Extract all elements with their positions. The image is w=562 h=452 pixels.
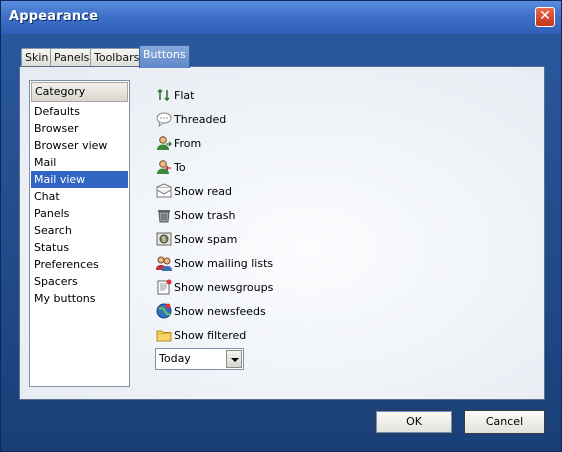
category-item-browser[interactable]: Browser xyxy=(31,120,128,137)
tab-skin[interactable]: Skin xyxy=(21,48,53,67)
category-item-preferences[interactable]: Preferences xyxy=(31,256,128,273)
period-dropdown[interactable]: Today xyxy=(155,348,244,370)
threaded-button[interactable]: Threaded xyxy=(156,107,273,131)
tab-buttons[interactable]: Buttons xyxy=(139,45,190,68)
category-item-defaults[interactable]: Defaults xyxy=(31,103,128,120)
show-newsfeeds-label: Show newsfeeds xyxy=(174,304,266,318)
spam-icon: $ xyxy=(156,231,172,247)
category-item-panels[interactable]: Panels xyxy=(31,205,128,222)
category-item-status[interactable]: Status xyxy=(31,239,128,256)
category-item-chat[interactable]: Chat xyxy=(31,188,128,205)
appearance-dialog: Appearance ✕ Skin Panels Toolbars Button… xyxy=(0,0,562,452)
show-trash-label: Show trash xyxy=(174,208,236,222)
show-mailing-lists-button[interactable]: Show mailing lists xyxy=(156,251,273,275)
show-spam-button[interactable]: $ Show spam xyxy=(156,227,273,251)
show-trash-button[interactable]: Show trash xyxy=(156,203,273,227)
title-bar[interactable]: Appearance ✕ xyxy=(1,1,561,34)
show-read-icon xyxy=(156,183,172,199)
tab-toolbars[interactable]: Toolbars xyxy=(90,48,144,67)
category-header[interactable]: Category xyxy=(31,82,128,102)
chevron-down-icon[interactable] xyxy=(226,350,242,368)
ok-button[interactable]: OK xyxy=(375,410,453,434)
folder-icon xyxy=(156,327,172,343)
flat-button[interactable]: Flat xyxy=(156,83,273,107)
newsgroups-icon xyxy=(156,279,172,295)
svg-text:$: $ xyxy=(162,236,166,244)
category-list[interactable]: Category Defaults Browser Browser view M… xyxy=(29,80,130,387)
from-icon xyxy=(156,135,172,151)
newsfeeds-icon xyxy=(156,303,172,319)
show-mailing-lists-label: Show mailing lists xyxy=(174,256,274,270)
mailing-lists-icon xyxy=(156,255,172,271)
close-button[interactable]: ✕ xyxy=(535,7,555,27)
show-read-label: Show read xyxy=(174,184,232,198)
trash-icon xyxy=(156,207,172,223)
show-newsgroups-button[interactable]: Show newsgroups xyxy=(156,275,273,299)
show-newsfeeds-button[interactable]: Show newsfeeds xyxy=(156,299,273,323)
period-dropdown-value: Today xyxy=(159,352,191,365)
show-filtered-button[interactable]: Show filtered xyxy=(156,323,273,347)
category-item-search[interactable]: Search xyxy=(31,222,128,239)
show-read-button[interactable]: Show read xyxy=(156,179,273,203)
threaded-label: Threaded xyxy=(174,112,227,126)
threaded-icon xyxy=(156,111,172,127)
show-newsgroups-label: Show newsgroups xyxy=(174,280,274,294)
category-item-spacers[interactable]: Spacers xyxy=(31,273,128,290)
show-spam-label: Show spam xyxy=(174,232,238,246)
category-item-mail-view[interactable]: Mail view xyxy=(31,171,128,188)
to-button[interactable]: To xyxy=(156,155,273,179)
category-item-browser-view[interactable]: Browser view xyxy=(31,137,128,154)
button-list: Flat Threaded From To Show read Show tra… xyxy=(156,83,273,347)
flat-icon xyxy=(156,87,172,103)
window-title: Appearance xyxy=(9,9,99,24)
to-icon xyxy=(156,159,172,175)
to-label: To xyxy=(174,160,186,174)
tab-panels[interactable]: Panels xyxy=(50,48,94,67)
show-filtered-label: Show filtered xyxy=(174,328,247,342)
category-item-mail[interactable]: Mail xyxy=(31,154,128,171)
from-label: From xyxy=(174,136,202,150)
category-item-my-buttons[interactable]: My buttons xyxy=(31,290,128,307)
flat-label: Flat xyxy=(174,88,195,102)
buttons-panel: Category Defaults Browser Browser view M… xyxy=(19,66,545,400)
from-button[interactable]: From xyxy=(156,131,273,155)
cancel-button[interactable]: Cancel xyxy=(464,410,545,434)
